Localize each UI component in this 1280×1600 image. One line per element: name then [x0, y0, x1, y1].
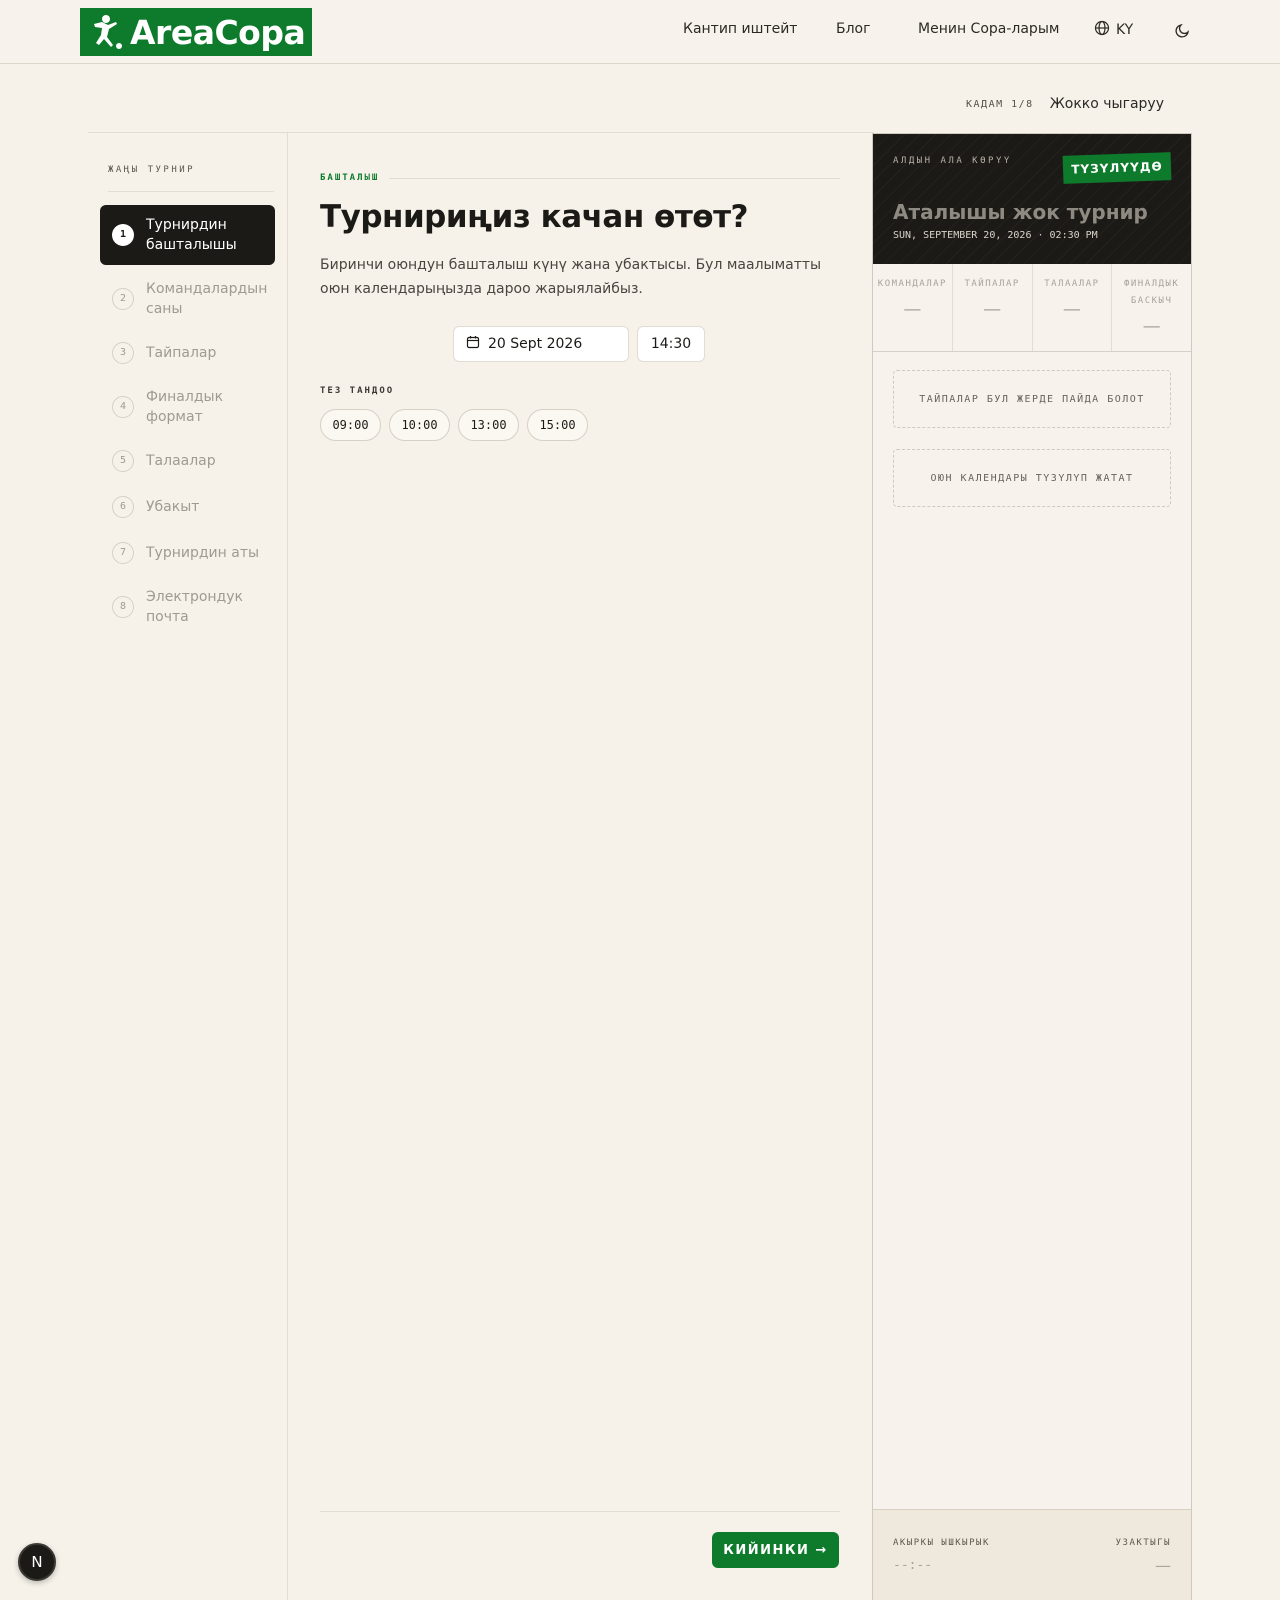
stat-label: ФИНАЛДЫК БАСКЫЧ [1123, 279, 1180, 306]
step-counter: КАДАМ 1/8 [966, 98, 1034, 110]
brand-logo[interactable]: AreaCopa [80, 8, 312, 56]
schedule-placeholder: ОЮН КАЛЕНДАРЫ ТҮЗҮЛҮП ЖАТАТ [893, 449, 1171, 507]
language-code: KY [1116, 22, 1134, 38]
status-badge: ТҮЗҮЛҮҮДӨ [1062, 152, 1172, 184]
top-bar: AreaCopa Кантип иштейт Блог Менин Copa-л… [0, 0, 1280, 64]
stat-label: ТАЛААЛАР [1044, 279, 1100, 289]
page-description: Биринчи оюндун башталыш күнү жана убакты… [320, 257, 822, 297]
stat-value: — [1062, 299, 1081, 320]
page-title: Турнириңиз качан өтөт? [320, 199, 749, 235]
stat-label: КОМАНДАЛАР [877, 279, 947, 289]
next-button[interactable]: КИЙИНКИ → [712, 1532, 839, 1568]
sidebar-step-fields[interactable]: 5 Талаалар [100, 450, 275, 472]
quick-pick-label: ТЕЗ ТАНДОО [320, 386, 395, 396]
step-label: Электрондук почта [146, 589, 243, 625]
moon-icon[interactable] [1175, 22, 1193, 40]
groups-placeholder: ТАЙПАЛАР БУЛ ЖЕРДЕ ПАЙДА БОЛОТ [893, 370, 1171, 428]
step-label: Талаалар [146, 453, 216, 469]
section-eyebrow: БАШТАЛЫШ [320, 173, 840, 183]
step-row: КАДАМ 1/8 Жокко чыгаруу [966, 96, 1164, 112]
step-label: Финалдык формат [146, 389, 224, 425]
step-number: 1 [112, 224, 134, 246]
date-value: 20 Sept 2026 [488, 336, 583, 352]
step-number: 2 [112, 288, 134, 310]
sidebar-step-start[interactable]: 1 Турнирдин башталышы [100, 205, 275, 265]
preview-panel: АЛДЫН АЛА КӨРҮҮ ТҮЗҮЛҮҮДӨ Аталышы жок ту… [872, 133, 1192, 1600]
eyebrow-label: БАШТАЛЫШ [320, 173, 380, 183]
step-label: Турнирдин аты [146, 545, 260, 561]
preview-date: SUN, SEPTEMBER 20, 2026 · 02:30 PM [893, 230, 1098, 241]
preview-title: Аталышы жок турнир [893, 200, 1148, 224]
brand-name: AreaCopa [130, 12, 306, 52]
preview-label: АЛДЫН АЛА КӨРҮҮ [893, 156, 1012, 166]
stat-groups: ТАЙПАЛАР — [953, 264, 1033, 351]
stat-final-stage: ФИНАЛДЫК БАСКЫЧ — [1112, 264, 1191, 351]
stat-fields: ТАЛААЛАР — [1033, 264, 1113, 351]
last-whistle-label: АКЫРКЫ ЫШКЫРЫК [893, 1538, 990, 1548]
preview-header: АЛДЫН АЛА КӨРҮҮ ТҮЗҮЛҮҮДӨ Аталышы жок ту… [873, 134, 1191, 264]
duration-value: — [1155, 1556, 1171, 1575]
quick-time-chip[interactable]: 09:00 [320, 409, 381, 441]
stat-label: ТАЙПАЛАР [964, 279, 1020, 289]
sidebar-step-name[interactable]: 7 Турнирдин аты [100, 542, 275, 564]
last-whistle-value: --:-- [893, 1558, 933, 1573]
stat-teams: КОМАНДАЛАР — [873, 264, 953, 351]
preview-stats: КОМАНДАЛАР — ТАЙПАЛАР — ТАЛААЛАР — ФИНАЛ… [873, 264, 1191, 352]
preview-footer: АКЫРКЫ ЫШКЫРЫК УЗАКТЫГЫ --:-- — [873, 1509, 1191, 1600]
sidebar-step-groups[interactable]: 3 Тайпалар [100, 342, 275, 364]
nav-link-blog[interactable]: Блог [836, 21, 870, 37]
step-number: 5 [112, 450, 134, 472]
step-label: Тайпалар [146, 345, 217, 361]
footballer-icon [80, 8, 130, 56]
sidebar-step-email[interactable]: 8 Электрондук почта [100, 587, 275, 627]
sidebar-step-time[interactable]: 6 Убакыт [100, 496, 275, 518]
sidebar-title: ЖАҢЫ ТУРНИР [108, 165, 196, 175]
sidebar-step-teams[interactable]: 2 Командалардын саны [100, 279, 275, 319]
date-picker[interactable]: 20 Sept 2026 [453, 326, 629, 362]
stat-value: — [1142, 316, 1161, 337]
footer-divider [320, 1511, 840, 1512]
dev-tools-badge[interactable]: N [18, 1543, 56, 1581]
step-number: 8 [112, 596, 134, 618]
step-number: 7 [112, 542, 134, 564]
stat-value: — [983, 299, 1002, 320]
step-number: 3 [112, 342, 134, 364]
step-label: Убакыт [146, 499, 200, 515]
sidebar-divider [108, 191, 274, 192]
globe-icon [1094, 20, 1110, 40]
step-number: 4 [112, 396, 134, 418]
language-switcher[interactable]: KY [1094, 20, 1133, 40]
wizard-sidebar: ЖАҢЫ ТУРНИР 1 Турнирдин башталышы 2 Кома… [88, 133, 288, 1600]
sidebar-step-final-format[interactable]: 4 Финалдык формат [100, 387, 275, 427]
step-number: 6 [112, 496, 134, 518]
quick-time-chip[interactable]: 13:00 [458, 409, 519, 441]
quick-time-chip[interactable]: 10:00 [389, 409, 450, 441]
stat-value: — [903, 299, 922, 320]
step-label: Командалардын саны [146, 281, 268, 317]
nav-link-how-it-works[interactable]: Кантип иштейт [683, 21, 797, 37]
nav-link-my-copas[interactable]: Менин Copa-ларым [918, 21, 1059, 37]
duration-label: УЗАКТЫГЫ [1115, 1538, 1171, 1548]
cancel-link[interactable]: Жокко чыгаруу [1050, 96, 1164, 112]
calendar-icon [466, 335, 480, 353]
quick-time-chip[interactable]: 15:00 [527, 409, 588, 441]
time-input[interactable]: 14:30 [637, 326, 705, 362]
step-label: Турнирдин башталышы [146, 217, 237, 253]
